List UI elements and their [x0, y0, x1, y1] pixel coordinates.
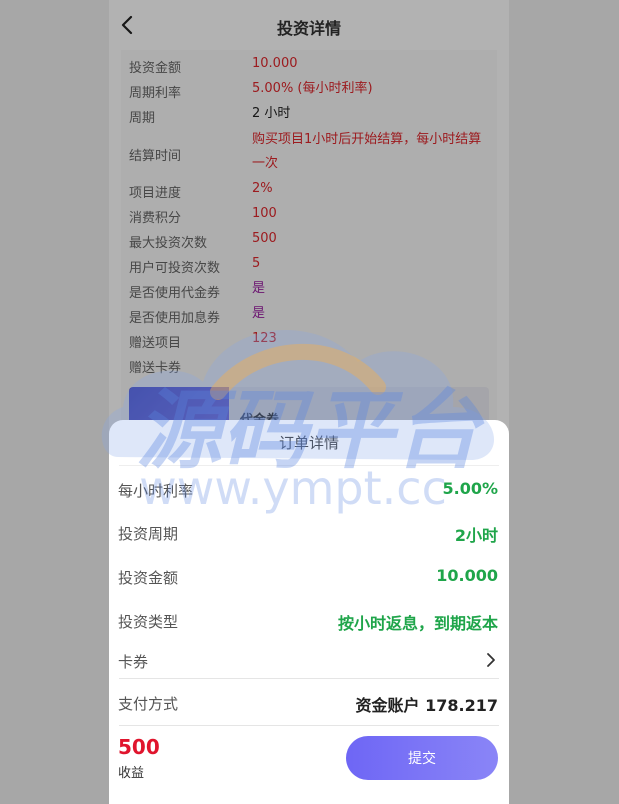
- earnings-value: 500: [118, 735, 160, 759]
- hourly-rate-row: 每小时利率 5.00%: [118, 477, 498, 501]
- type-label: 投资类型: [118, 613, 179, 631]
- chevron-right-icon[interactable]: [484, 651, 498, 669]
- submit-button[interactable]: 提交: [346, 736, 498, 780]
- amount-label: 投资金额: [118, 569, 179, 587]
- sheet-title: 订单详情: [278, 434, 339, 452]
- order-detail-sheet: 订单详情 每小时利率 5.00% 投资周期 2小时 投资金额 10.000 投资…: [109, 420, 509, 804]
- coupon-row[interactable]: 卡券: [118, 648, 498, 672]
- coupon-label: 卡券: [118, 653, 149, 671]
- period-label: 投资周期: [118, 525, 179, 543]
- divider: [119, 678, 499, 679]
- payment-value: 资金账户 178.217: [355, 696, 498, 715]
- amount-row: 投资金额 10.000: [118, 564, 498, 588]
- divider: [119, 465, 499, 466]
- type-row: 投资类型 按小时返息，到期返本: [118, 608, 498, 633]
- payment-row[interactable]: 支付方式 资金账户 178.217: [118, 690, 498, 715]
- period-value: 2小时: [454, 526, 498, 545]
- hourly-rate-label: 每小时利率: [118, 482, 194, 500]
- earnings-label: 收益: [118, 766, 145, 781]
- amount-value: 10.000: [436, 566, 498, 585]
- period-row: 投资周期 2小时: [118, 520, 498, 545]
- divider: [119, 725, 499, 726]
- hourly-rate-value: 5.00%: [442, 479, 498, 498]
- type-value: 按小时返息，到期返本: [337, 614, 498, 633]
- payment-label: 支付方式: [118, 695, 179, 713]
